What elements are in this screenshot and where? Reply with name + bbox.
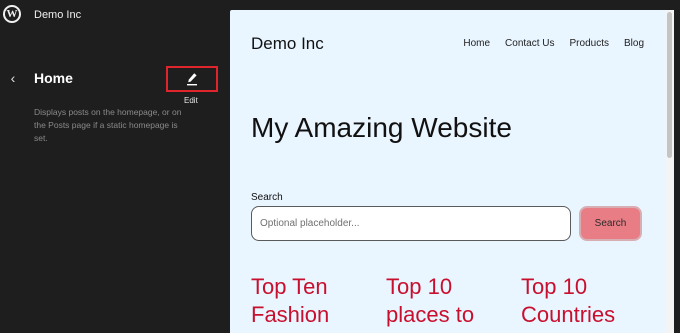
chevron-left-icon: ‹ — [10, 70, 16, 86]
nav-item-blog[interactable]: Blog — [624, 38, 644, 49]
nav-item-products[interactable]: Products — [570, 38, 609, 49]
post-title-2[interactable]: Top 10 places to — [386, 273, 504, 329]
search-button[interactable]: Search — [579, 206, 642, 241]
edit-tooltip: Edit — [184, 96, 198, 105]
edit-button[interactable] — [166, 66, 218, 92]
nav-item-home[interactable]: Home — [463, 38, 490, 49]
site-preview[interactable]: Demo Inc Home Contact Us Products Blog M… — [230, 10, 665, 333]
site-name: Demo Inc — [34, 9, 82, 21]
site-editor: W Demo Inc ‹ Home Edit Displays posts on… — [0, 0, 680, 333]
search-input[interactable] — [251, 206, 571, 241]
nav-item-contact-us[interactable]: Contact Us — [505, 38, 554, 49]
preview-navigation: Home Contact Us Products Blog — [463, 38, 644, 49]
post-title-1[interactable]: Top Ten Fashion — [251, 273, 369, 329]
preview-site-title[interactable]: Demo Inc — [251, 34, 324, 54]
panel-title: Home — [34, 70, 73, 86]
panel-description: Displays posts on the homepage, or on th… — [34, 107, 182, 143]
preview-heading: My Amazing Website — [251, 112, 512, 143]
back-button[interactable]: ‹ — [6, 70, 20, 86]
post-title-3[interactable]: Top 10 Countries — [521, 273, 639, 329]
wordpress-logo-glyph: W — [6, 8, 18, 20]
wordpress-logo-icon[interactable]: W — [3, 5, 21, 23]
search-label: Search — [251, 192, 283, 203]
pencil-icon — [187, 73, 197, 86]
preview-scrollbar-thumb[interactable] — [667, 12, 672, 158]
